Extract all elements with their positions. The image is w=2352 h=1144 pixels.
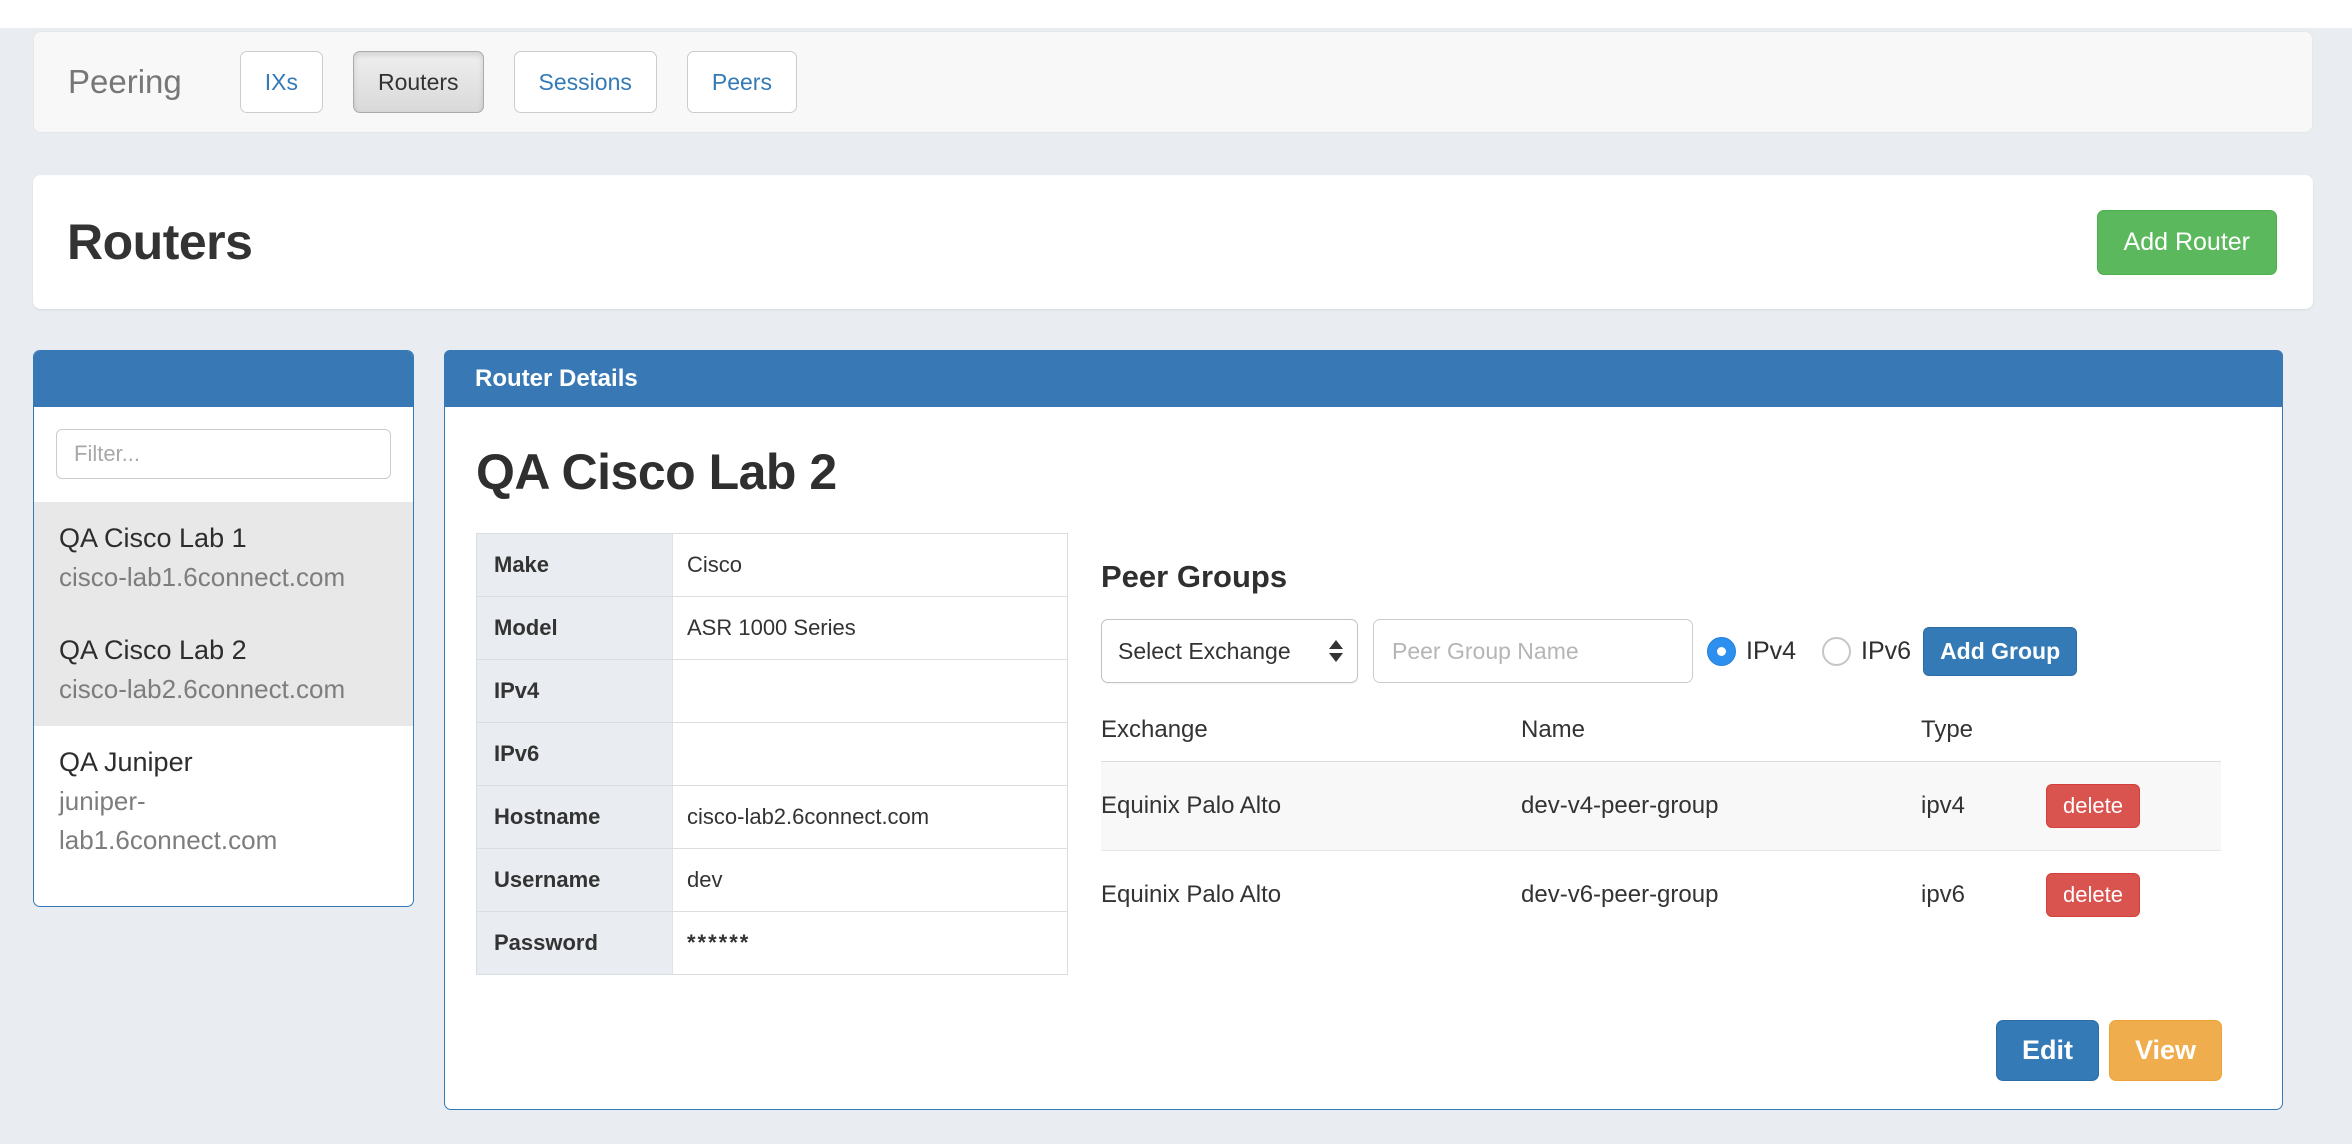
field-value-password: ******	[673, 912, 1068, 975]
add-router-button[interactable]: Add Router	[2097, 210, 2277, 275]
field-label: Username	[477, 849, 673, 912]
peering-navbar: Peering IXs Routers Sessions Peers	[33, 31, 2313, 133]
page-title: Routers	[67, 213, 252, 271]
peer-groups-header-row: Exchange Name Type	[1101, 708, 2221, 762]
table-row: Username dev	[477, 849, 1068, 912]
app-viewport: Peering IXs Routers Sessions Peers Route…	[0, 0, 2352, 1144]
ipv4-radio-option[interactable]: IPv4	[1707, 637, 1796, 666]
ipv6-radio-label: IPv6	[1861, 637, 1911, 666]
cell-actions: delete	[2046, 762, 2221, 851]
router-item-hostname: cisco-lab1.6connect.com	[59, 558, 351, 597]
router-details-panel: Router Details QA Cisco Lab 2 Make Cisco…	[444, 350, 2283, 1110]
field-label: IPv4	[477, 660, 673, 723]
tab-peers[interactable]: Peers	[687, 51, 797, 113]
delete-peer-group-button[interactable]: delete	[2046, 784, 2140, 828]
page-header-card: Routers Add Router	[33, 175, 2313, 309]
ipv6-radio-icon[interactable]	[1822, 637, 1851, 666]
router-list-item[interactable]: QA Juniper juniper-lab1.6connect.com	[34, 726, 413, 877]
router-item-hostname: cisco-lab2.6connect.com	[59, 670, 351, 709]
cell-actions: delete	[2046, 851, 2221, 940]
edit-button[interactable]: Edit	[1996, 1020, 2099, 1081]
peer-groups-table: Exchange Name Type Equinix Palo Alto dev…	[1101, 708, 2221, 939]
router-details-panel-title: Router Details	[444, 350, 2283, 407]
cell-exchange: Equinix Palo Alto	[1101, 762, 1521, 851]
table-row: IPv6	[477, 723, 1068, 786]
column-header-actions	[2046, 708, 2221, 762]
field-label: Hostname	[477, 786, 673, 849]
peer-groups-controls: Select Exchange IPv4 IPv6 Add Group	[1101, 618, 2221, 684]
brand-peering: Peering	[68, 63, 182, 101]
field-value: Cisco	[673, 534, 1068, 597]
field-label: Make	[477, 534, 673, 597]
router-list-item[interactable]: QA Cisco Lab 2 cisco-lab2.6connect.com	[34, 614, 413, 726]
field-label: Model	[477, 597, 673, 660]
router-name-heading: QA Cisco Lab 2	[476, 443, 1068, 501]
router-item-hostname: juniper-lab1.6connect.com	[59, 782, 351, 860]
tab-ixs[interactable]: IXs	[240, 51, 323, 113]
add-group-button[interactable]: Add Group	[1923, 627, 2077, 676]
ipv6-radio-option[interactable]: IPv6	[1822, 637, 1911, 666]
ipv4-radio-label: IPv4	[1746, 637, 1796, 666]
peer-groups-section: Peer Groups Select Exchange IPv4 IPv6	[1101, 559, 2221, 939]
panel-actions: Edit View	[1996, 1020, 2222, 1081]
router-details-column: QA Cisco Lab 2 Make Cisco Model ASR 1000…	[476, 407, 1068, 975]
filter-input[interactable]	[56, 429, 391, 479]
table-row: Password ******	[477, 912, 1068, 975]
table-row: Equinix Palo Alto dev-v4-peer-group ipv4…	[1101, 762, 2221, 851]
table-row: Make Cisco	[477, 534, 1068, 597]
router-item-name: QA Cisco Lab 2	[59, 631, 388, 670]
select-arrows-icon	[1329, 640, 1343, 662]
view-button[interactable]: View	[2109, 1020, 2222, 1081]
tab-routers[interactable]: Routers	[353, 51, 484, 113]
field-label: Password	[477, 912, 673, 975]
router-item-name: QA Juniper	[59, 743, 388, 782]
cell-type: ipv4	[1921, 762, 2046, 851]
cell-exchange: Equinix Palo Alto	[1101, 851, 1521, 940]
router-item-name: QA Cisco Lab 1	[59, 519, 388, 558]
field-label: IPv6	[477, 723, 673, 786]
delete-peer-group-button[interactable]: delete	[2046, 873, 2140, 917]
cell-name: dev-v6-peer-group	[1521, 851, 1921, 940]
field-value	[673, 723, 1068, 786]
tab-sessions[interactable]: Sessions	[514, 51, 657, 113]
router-list-item[interactable]: QA Cisco Lab 1 cisco-lab1.6connect.com	[34, 502, 413, 614]
router-list-panel-header	[34, 351, 413, 407]
field-value: dev	[673, 849, 1068, 912]
column-header-exchange: Exchange	[1101, 708, 1521, 762]
table-row: Model ASR 1000 Series	[477, 597, 1068, 660]
filter-wrap	[34, 407, 413, 501]
router-details-table: Make Cisco Model ASR 1000 Series IPv4	[476, 533, 1068, 975]
column-header-name: Name	[1521, 708, 1921, 762]
field-value	[673, 660, 1068, 723]
field-value: ASR 1000 Series	[673, 597, 1068, 660]
exchange-select[interactable]: Select Exchange	[1101, 619, 1358, 683]
table-row: IPv4	[477, 660, 1068, 723]
cell-name: dev-v4-peer-group	[1521, 762, 1921, 851]
column-header-type: Type	[1921, 708, 2046, 762]
table-row: Hostname cisco-lab2.6connect.com	[477, 786, 1068, 849]
peer-groups-title: Peer Groups	[1101, 559, 2221, 595]
router-list: QA Cisco Lab 1 cisco-lab1.6connect.com Q…	[34, 502, 413, 877]
ipv4-radio-icon[interactable]	[1707, 637, 1736, 666]
table-row: Equinix Palo Alto dev-v6-peer-group ipv6…	[1101, 851, 2221, 940]
cell-type: ipv6	[1921, 851, 2046, 940]
exchange-select-value: Select Exchange	[1118, 638, 1291, 665]
field-value: cisco-lab2.6connect.com	[673, 786, 1068, 849]
nav-tabs: IXs Routers Sessions Peers	[240, 51, 797, 113]
peer-group-name-input[interactable]	[1373, 619, 1693, 683]
router-list-panel: QA Cisco Lab 1 cisco-lab1.6connect.com Q…	[33, 350, 414, 907]
router-details-body: QA Cisco Lab 2 Make Cisco Model ASR 1000…	[445, 407, 2282, 1108]
